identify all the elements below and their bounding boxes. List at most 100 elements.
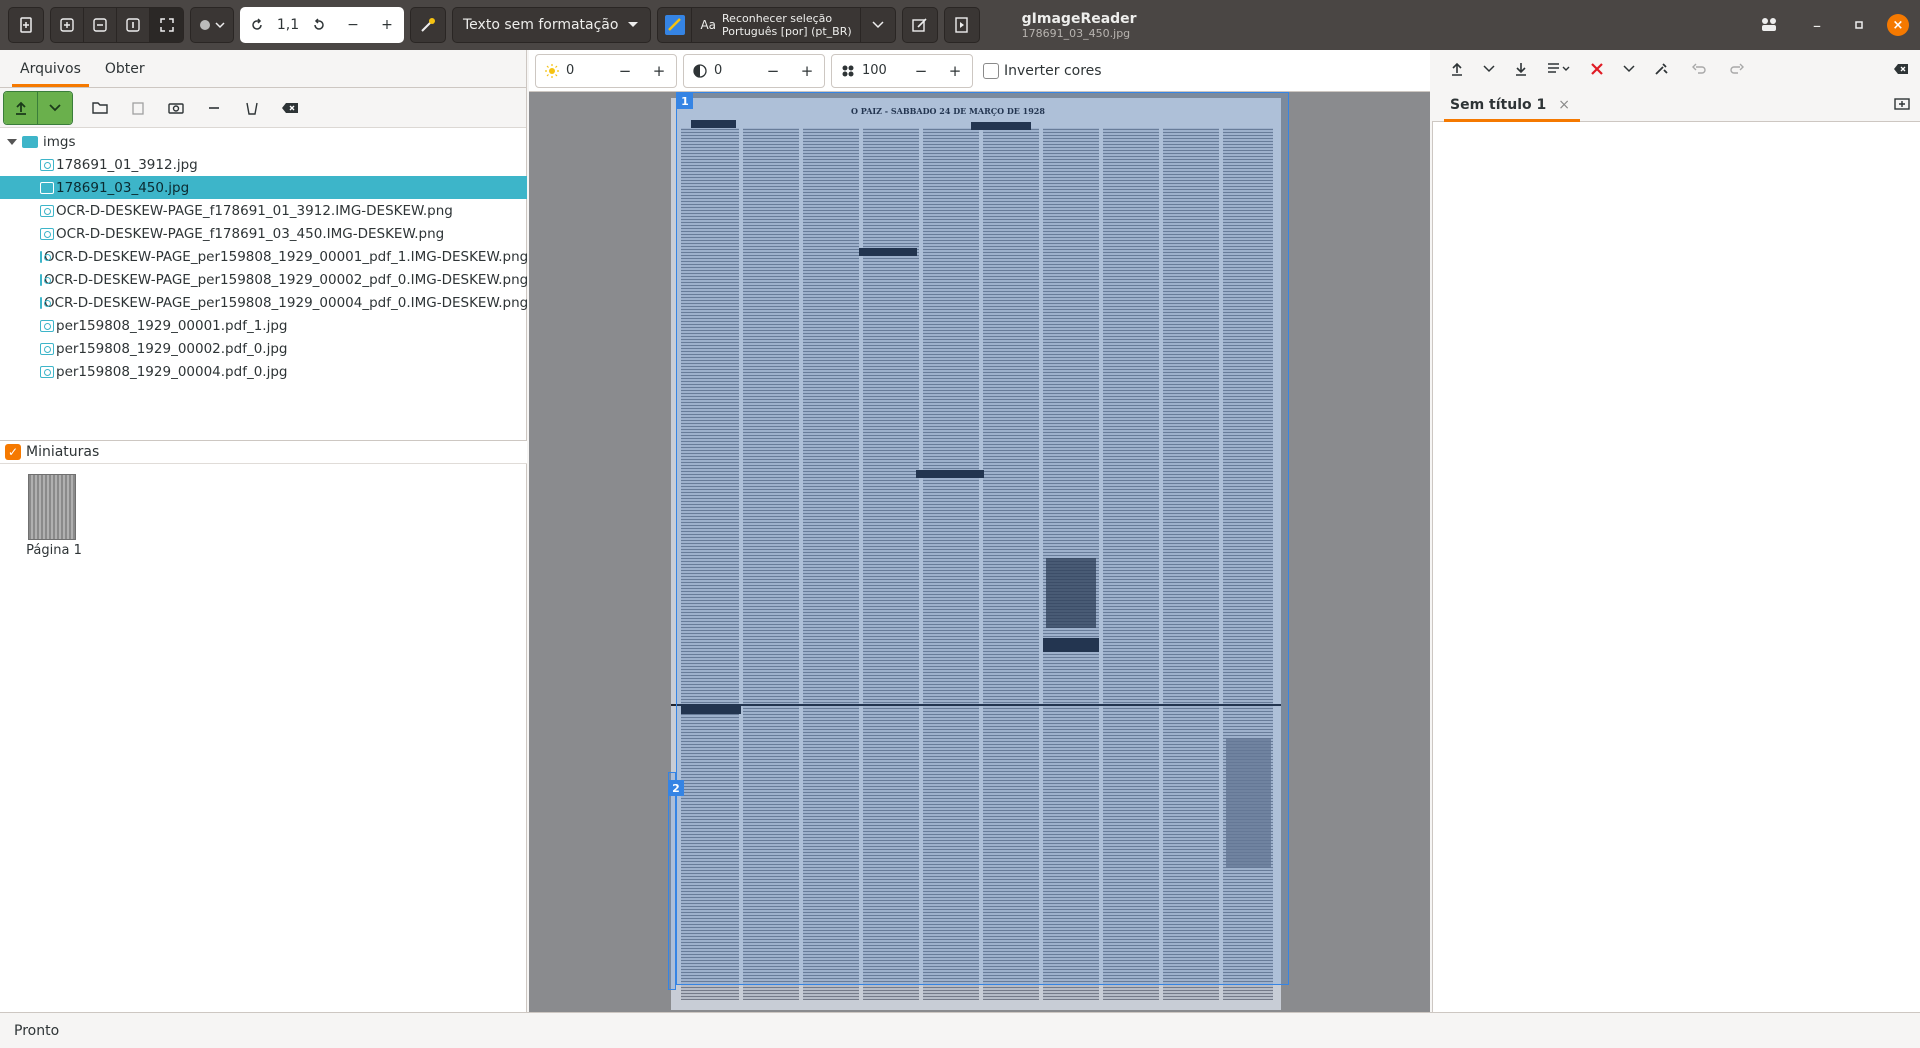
- batch-process-button[interactable]: [943, 7, 980, 43]
- contrast-value[interactable]: 0: [710, 63, 756, 78]
- dropdown-triangle-icon: [628, 22, 639, 27]
- ocr-mode-button[interactable]: [658, 8, 693, 42]
- file-item[interactable]: 178691_01_3912.jpg: [0, 153, 527, 176]
- add-images-button[interactable]: [4, 91, 38, 124]
- maximize-button[interactable]: [1846, 0, 1872, 50]
- file-item[interactable]: OCR-D-DESKEW-PAGE_f178691_03_450.IMG-DES…: [0, 222, 527, 245]
- delete-image-button[interactable]: [233, 91, 271, 125]
- header-bar: 1,1 − + Texto sem formatação Aa Reconhec…: [0, 0, 1920, 50]
- resolution-increase[interactable]: +: [938, 55, 972, 87]
- file-item[interactable]: per159808_1929_00002.pdf_0.jpg: [0, 337, 527, 360]
- image-file-icon: [40, 365, 54, 378]
- clear-output-button[interactable]: [1578, 52, 1616, 86]
- remove-image-button[interactable]: [195, 91, 233, 125]
- page-thumbnail[interactable]: [28, 474, 76, 540]
- minus-icon: [209, 106, 219, 109]
- invert-colors-toggle[interactable]: Inverter cores: [983, 62, 1102, 79]
- clear-text-icon: [1591, 63, 1603, 75]
- resolution-value[interactable]: 100: [858, 63, 904, 78]
- minimize-button[interactable]: –: [1804, 0, 1830, 50]
- screenshot-button[interactable]: [157, 91, 195, 125]
- tab-arquivos[interactable]: Arquivos: [8, 61, 93, 87]
- menu-button[interactable]: [1754, 0, 1784, 50]
- file-item[interactable]: OCR-D-DESKEW-PAGE_per159808_1929_00004_p…: [0, 291, 529, 314]
- image-viewer[interactable]: O PAIZ - SABBADO 24 DE MARÇO DE 1928 1 2: [529, 92, 1430, 1012]
- rotation-value[interactable]: 1,1: [274, 17, 302, 33]
- file-item[interactable]: OCR-D-DESKEW-PAGE_per159808_1929_00001_p…: [0, 245, 528, 268]
- thumbnails-toggle[interactable]: ✓ Miniaturas: [0, 440, 527, 464]
- contrast-increase[interactable]: +: [790, 55, 824, 87]
- selection-rectangle-2[interactable]: [668, 772, 676, 990]
- selection-rectangle-1[interactable]: [676, 92, 1289, 985]
- undo-button[interactable]: [1680, 52, 1718, 86]
- clear-output-dropdown[interactable]: [1616, 52, 1642, 86]
- rotate-left-icon: [252, 18, 262, 30]
- save-output-button[interactable]: [1502, 52, 1540, 86]
- text-options-button[interactable]: [1540, 52, 1578, 86]
- clear-list-button[interactable]: [271, 91, 309, 125]
- resolution-decrease[interactable]: −: [904, 55, 938, 87]
- close-output-panel-button[interactable]: [1882, 52, 1920, 86]
- tab-output-document[interactable]: Sem título 1 ×: [1440, 88, 1580, 122]
- checkbox-unchecked-icon[interactable]: [983, 62, 999, 79]
- contrast-spinner[interactable]: 0 − +: [683, 53, 825, 88]
- open-output-dropdown[interactable]: [1476, 52, 1502, 86]
- close-tab-icon[interactable]: ×: [1558, 97, 1570, 113]
- brightness-icon: [542, 63, 562, 78]
- best-fit-button[interactable]: [150, 8, 183, 42]
- file-label: OCR-D-DESKEW-PAGE_per159808_1929_00004_p…: [44, 294, 529, 311]
- rotate-right-button[interactable]: [302, 7, 336, 43]
- checkbox-checked-icon[interactable]: ✓: [5, 444, 21, 460]
- image-controls-toolbar: 0 − + 0 − + 100 − + Inverter cores: [529, 50, 1430, 92]
- thumbnails-label: Miniaturas: [26, 444, 100, 460]
- add-folder-button[interactable]: [81, 91, 119, 125]
- zoom-minus-button[interactable]: −: [336, 7, 370, 43]
- new-document-button[interactable]: [8, 7, 44, 43]
- file-item[interactable]: 178691_03_450.jpg: [0, 176, 527, 199]
- output-mode-select[interactable]: Texto sem formatação: [452, 7, 652, 43]
- close-button[interactable]: ×: [1885, 0, 1911, 50]
- zoom-out-page-button[interactable]: [84, 8, 117, 42]
- resolution-icon: [838, 64, 858, 78]
- output-text-area[interactable]: [1432, 122, 1920, 1012]
- text-aa-icon: Aa: [700, 17, 717, 32]
- brightness-decrease[interactable]: −: [608, 55, 642, 87]
- brightness-increase[interactable]: +: [642, 55, 676, 87]
- paste-button[interactable]: [119, 91, 157, 125]
- magic-wand-icon: [421, 18, 435, 32]
- zoom-in-page-button[interactable]: [51, 8, 84, 42]
- plus-icon: +: [381, 17, 393, 33]
- post-process-button[interactable]: [901, 7, 938, 43]
- image-file-icon: [40, 296, 51, 309]
- ocr-options-dropdown[interactable]: [861, 8, 895, 42]
- source-dropdown[interactable]: [190, 7, 234, 43]
- brightness-value[interactable]: 0: [562, 63, 608, 78]
- recognize-selection-button[interactable]: Aa Reconhecer seleção Português [por] (p…: [692, 8, 861, 42]
- file-item[interactable]: OCR-D-DESKEW-PAGE_per159808_1929_00002_p…: [0, 268, 528, 291]
- tools-button[interactable]: [1642, 52, 1680, 86]
- new-tab-button[interactable]: [1894, 96, 1910, 110]
- contrast-decrease[interactable]: −: [756, 55, 790, 87]
- file-label: 178691_03_450.jpg: [56, 179, 190, 196]
- file-item[interactable]: per159808_1929_00004.pdf_0.jpg: [0, 360, 527, 383]
- maximize-icon: [1855, 21, 1863, 29]
- autolayout-button[interactable]: [410, 7, 446, 43]
- rotate-left-button[interactable]: [240, 7, 274, 43]
- one-to-one-icon: [126, 18, 140, 32]
- tab-obter[interactable]: Obter: [93, 61, 157, 87]
- redo-button[interactable]: [1718, 52, 1756, 86]
- zoom-plus-button[interactable]: +: [370, 7, 404, 43]
- original-size-button[interactable]: [117, 8, 150, 42]
- open-output-button[interactable]: [1438, 52, 1476, 86]
- resolution-spinner[interactable]: 100 − +: [831, 53, 973, 88]
- file-item[interactable]: per159808_1929_00001.pdf_1.jpg: [0, 314, 527, 337]
- invert-colors-label: Inverter cores: [1004, 62, 1102, 79]
- tree-folder[interactable]: imgs: [0, 130, 527, 153]
- add-images-dropdown[interactable]: [38, 91, 72, 124]
- rotate-right-icon: [314, 18, 324, 30]
- brightness-spinner[interactable]: 0 − +: [535, 53, 677, 88]
- file-item[interactable]: OCR-D-DESKEW-PAGE_f178691_01_3912.IMG-DE…: [0, 199, 527, 222]
- upload-icon: [1452, 62, 1462, 76]
- image-file-icon: [40, 273, 51, 286]
- image-file-icon: [40, 227, 54, 240]
